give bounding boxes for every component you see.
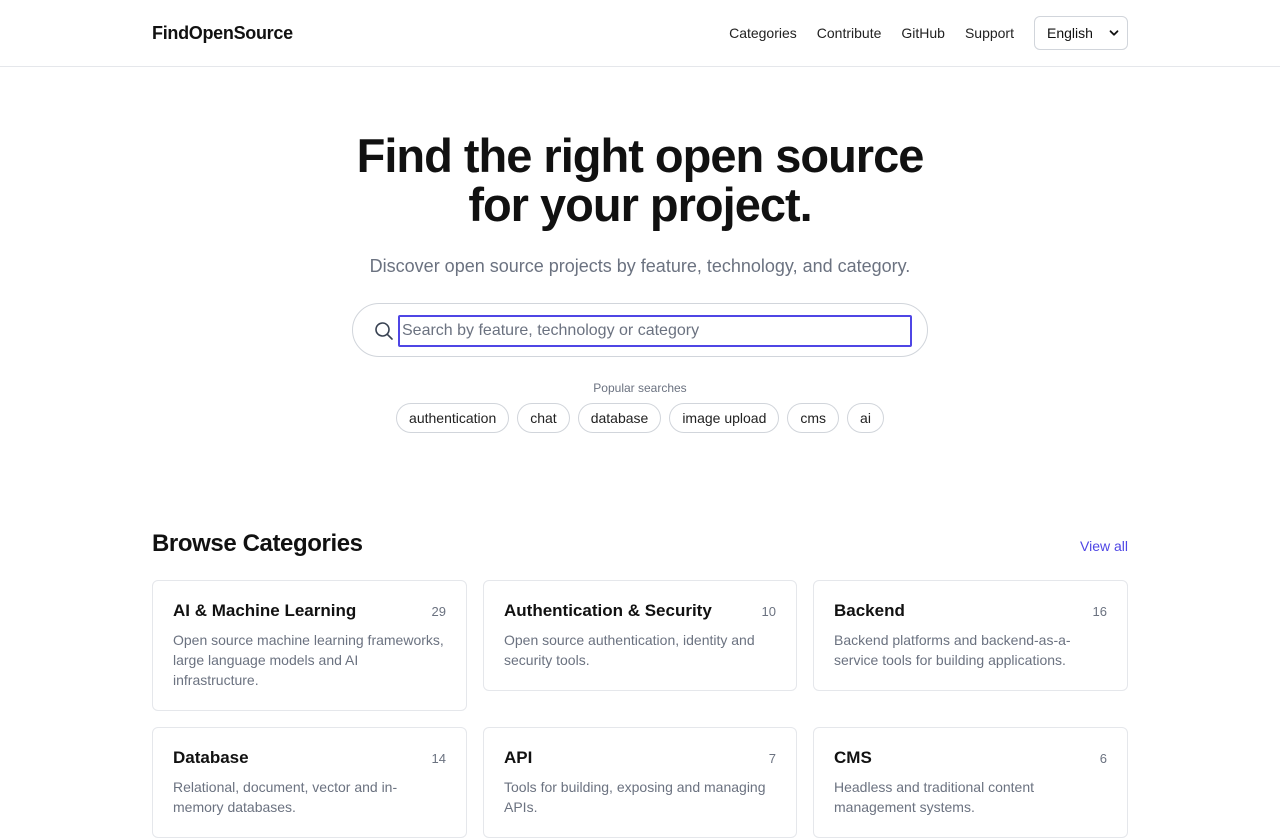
site-logo[interactable]: FindOpenSource (152, 23, 293, 44)
category-title: Authentication & Security (504, 601, 712, 620)
category-description: Relational, document, vector and in-memo… (173, 779, 398, 815)
card-head: CMS 6 (834, 748, 1107, 768)
category-count: 7 (768, 750, 776, 766)
category-card-authentication-security[interactable]: Authentication & Security 10 Open source… (483, 580, 797, 691)
nav-link-support[interactable]: Support (965, 25, 1014, 41)
card-head: API 7 (504, 748, 776, 768)
category-title: Backend (834, 601, 905, 620)
header-inner: FindOpenSource Categories Contribute Git… (152, 0, 1128, 66)
category-description: Backend platforms and backend-as-a-servi… (834, 632, 1071, 668)
hero-title: Find the right open source for your proj… (0, 131, 1280, 229)
card-head: AI & Machine Learning 29 (173, 601, 446, 621)
popular-searches-label: Popular searches (593, 381, 687, 395)
main-nav: Categories Contribute GitHub Support Eng… (709, 16, 1128, 50)
category-card-cms[interactable]: CMS 6 Headless and traditional content m… (813, 727, 1128, 838)
category-card-database[interactable]: Database 14 Relational, document, vector… (152, 727, 467, 838)
popular-searches-chips: authentication chat database image uploa… (0, 403, 1280, 433)
chevron-down-icon (1109, 30, 1119, 36)
search-box (352, 303, 928, 357)
card-head: Database 14 (173, 748, 446, 768)
hero-section: Find the right open source for your proj… (0, 131, 1280, 433)
category-card-api[interactable]: API 7 Tools for building, exposing and m… (483, 727, 797, 838)
hero-subtitle: Discover open source projects by feature… (369, 256, 911, 276)
hero-title-line-2: for your project. (468, 178, 812, 231)
search-icon (375, 322, 393, 340)
chip-ai[interactable]: ai (847, 403, 884, 433)
category-title: Database (173, 748, 249, 767)
browse-categories-title: Browse Categories (152, 530, 363, 557)
chip-authentication[interactable]: authentication (396, 403, 510, 433)
category-title: API (504, 748, 533, 767)
view-all-link[interactable]: View all (1080, 538, 1128, 554)
card-head: Backend 16 (834, 601, 1107, 621)
category-count: 29 (431, 603, 446, 619)
category-description: Headless and traditional content managem… (834, 779, 1035, 815)
category-description: Open source authentication, identity and… (504, 632, 755, 668)
hero-title-line-1: Find the right open source (356, 129, 925, 182)
language-select[interactable]: English (1034, 16, 1128, 50)
nav-link-categories[interactable]: Categories (729, 25, 797, 41)
category-count: 16 (1092, 603, 1107, 619)
category-card-ai-machine-learning[interactable]: AI & Machine Learning 29 Open source mac… (152, 580, 467, 711)
browse-categories-section: Browse Categories View all AI & Machine … (152, 530, 1128, 838)
chip-image-upload[interactable]: image upload (669, 403, 780, 433)
chip-chat[interactable]: chat (517, 403, 570, 433)
category-title: AI & Machine Learning (173, 601, 357, 620)
category-count: 10 (761, 603, 776, 619)
category-grid: AI & Machine Learning 29 Open source mac… (152, 580, 1128, 838)
nav-link-github[interactable]: GitHub (901, 25, 945, 41)
browse-header: Browse Categories View all (152, 530, 1128, 558)
search-input[interactable] (398, 315, 912, 347)
chip-database[interactable]: database (577, 403, 662, 433)
card-head: Authentication & Security 10 (504, 601, 776, 621)
category-card-backend[interactable]: Backend 16 Backend platforms and backend… (813, 580, 1128, 691)
chip-cms[interactable]: cms (787, 403, 840, 433)
language-select-value: English (1047, 25, 1093, 41)
category-count: 6 (1099, 750, 1107, 766)
nav-link-contribute[interactable]: Contribute (817, 25, 882, 41)
category-description: Open source machine learning frameworks,… (173, 632, 444, 688)
category-description: Tools for building, exposing and managin… (504, 779, 766, 815)
category-count: 14 (431, 750, 446, 766)
category-title: CMS (834, 748, 872, 767)
site-header: FindOpenSource Categories Contribute Git… (0, 0, 1280, 67)
